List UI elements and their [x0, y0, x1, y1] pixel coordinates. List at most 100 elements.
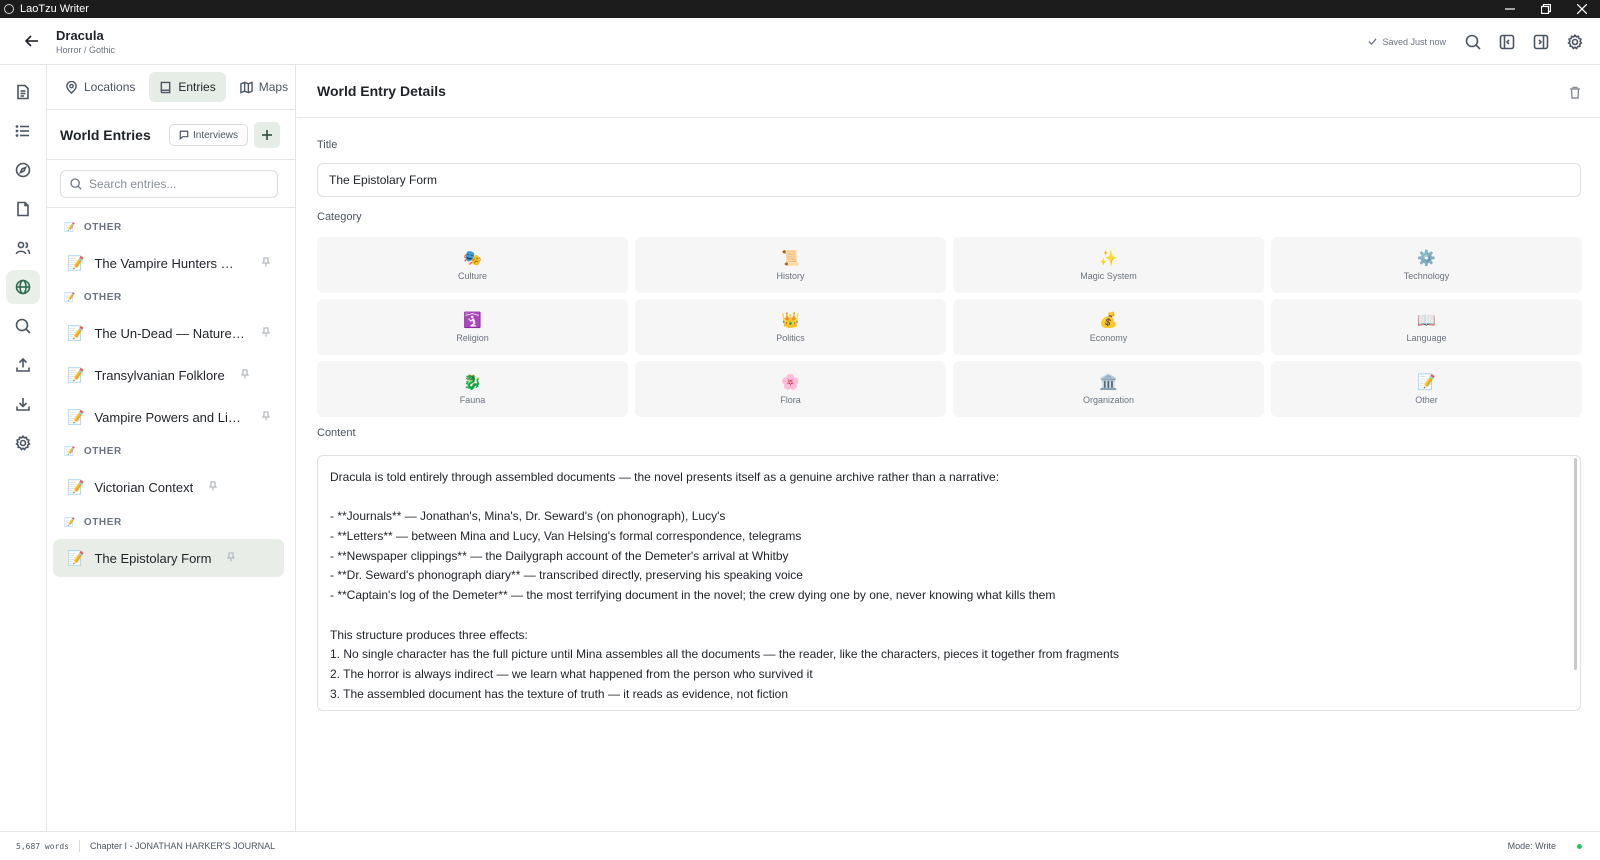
category-label-text: Language: [1406, 332, 1447, 343]
search-button[interactable]: [1456, 25, 1490, 59]
entry-search-area: [47, 160, 295, 208]
category-politics[interactable]: 👑 Politics: [635, 299, 946, 355]
pin-button[interactable]: [262, 254, 271, 272]
rail-explore-button[interactable]: [6, 153, 40, 187]
sidebar-tabs: Locations Entries Maps: [47, 65, 295, 110]
add-entry-button[interactable]: [254, 122, 280, 148]
dragon-icon: 🐉: [463, 373, 482, 391]
document-title-block: Dracula Horror / Gothic: [56, 28, 115, 55]
category-flora[interactable]: 🌸 Flora: [635, 361, 946, 417]
group-label: 📝 OTHER: [64, 446, 122, 457]
world-entries-title: World Entries: [60, 126, 151, 143]
interviews-label: Interviews: [193, 129, 239, 141]
memo-icon: 📝: [67, 549, 85, 566]
rail-characters-button[interactable]: [6, 231, 40, 265]
tab-locations-label: Locations: [84, 80, 136, 94]
rail-notes-button[interactable]: [6, 192, 40, 226]
content-editor[interactable]: Dracula is told entirely through assembl…: [317, 455, 1581, 711]
delete-entry-button[interactable]: [1564, 81, 1586, 103]
category-economy[interactable]: 💰 Economy: [953, 299, 1264, 355]
list-item[interactable]: 📝 Transylvanian Folklore: [53, 356, 284, 394]
tab-maps[interactable]: Maps: [230, 72, 298, 102]
pin-button[interactable]: [208, 478, 218, 496]
entry-search-box[interactable]: [60, 170, 278, 198]
category-label-text: Economy: [1089, 332, 1128, 343]
content-line: This structure produces three effects:: [330, 627, 528, 642]
toggle-right-panel-button[interactable]: [1524, 25, 1558, 59]
tab-entries[interactable]: Entries: [149, 72, 226, 102]
compass-icon: [15, 162, 31, 178]
restore-button[interactable]: [1528, 0, 1564, 18]
details-header: World Entry Details: [297, 65, 1600, 118]
category-label-text: Politics: [776, 332, 805, 343]
memo-icon: 📝: [1417, 373, 1436, 391]
status-bar: 5,687 words Chapter I - JONATHAN HARKER'…: [0, 831, 1600, 860]
category-magic-system[interactable]: ✨ Magic System: [953, 237, 1264, 293]
restore-icon: [1541, 4, 1551, 14]
rail-outline-button[interactable]: [6, 114, 40, 148]
category-other[interactable]: 📝 Other: [1271, 361, 1582, 417]
list-item[interactable]: 📝 The Vampire Hunters — The Crew of Ligh…: [53, 244, 284, 282]
memo-icon: 📝: [64, 517, 76, 527]
pin-button[interactable]: [240, 366, 249, 384]
category-history[interactable]: 📜 History: [635, 237, 946, 293]
document-title: Dracula: [56, 27, 104, 43]
pin-button[interactable]: [262, 408, 271, 426]
status-divider: [78, 840, 80, 852]
pin-button[interactable]: [262, 324, 271, 342]
upload-icon: [16, 357, 30, 372]
toggle-left-panel-button[interactable]: [1490, 25, 1524, 59]
rail-world-button[interactable]: [6, 270, 40, 304]
category-technology[interactable]: ⚙️ Technology: [1271, 237, 1582, 293]
interviews-button[interactable]: Interviews: [169, 124, 249, 146]
tab-locations[interactable]: Locations: [55, 72, 145, 102]
content-line: 1. No single character has the full pict…: [330, 647, 1120, 662]
category-grid: 🎭 Culture 📜 History ✨ Magic System ⚙️ Techno…: [317, 237, 1582, 417]
document-genre: Horror / Gothic: [56, 44, 116, 55]
content-line: 2. The horror is always indirect — we le…: [330, 666, 813, 681]
list-item-selected[interactable]: 📝 The Epistolary Form: [53, 539, 284, 577]
list-icon: [15, 125, 29, 137]
pin-button[interactable]: [227, 549, 236, 567]
minimize-button[interactable]: [1492, 0, 1528, 18]
rail-import-button[interactable]: [6, 387, 40, 421]
rail-export-button[interactable]: [6, 348, 40, 382]
group-label: 📝 OTHER: [64, 517, 122, 528]
download-icon: [16, 398, 30, 411]
settings-button[interactable]: [1558, 25, 1592, 59]
memo-icon: 📝: [67, 254, 85, 271]
list-item[interactable]: 📝 Victorian Context: [53, 468, 284, 506]
list-item[interactable]: 📝 Vampire Powers and Limitations: [53, 398, 284, 436]
file-text-icon: [17, 84, 29, 100]
status-indicator: [1577, 843, 1582, 849]
category-organization[interactable]: 🏛️ Organization: [953, 361, 1264, 417]
rail-document-button[interactable]: [6, 75, 40, 109]
rail-search-button[interactable]: [6, 309, 40, 343]
close-window-button[interactable]: [1564, 0, 1600, 18]
window-titlebar: LaoTzu Writer: [0, 0, 1600, 18]
panel-left-icon: [1499, 34, 1515, 49]
plus-icon: [262, 130, 272, 140]
category-religion[interactable]: 🛐 Religion: [317, 299, 628, 355]
category-fauna[interactable]: 🐉 Fauna: [317, 361, 628, 417]
search-icon: [1465, 34, 1481, 50]
title-input[interactable]: [317, 163, 1581, 197]
panel-right-icon: [1533, 34, 1549, 49]
content-line: [330, 488, 1568, 508]
content-label: Content: [317, 427, 356, 439]
open-book-icon: 📖: [1417, 311, 1436, 329]
gear-icon: [1567, 33, 1583, 50]
rail-settings-button[interactable]: [6, 426, 40, 460]
back-button[interactable]: [18, 27, 46, 55]
category-culture[interactable]: 🎭 Culture: [317, 237, 628, 293]
list-item[interactable]: 📝 The Un-Dead — Nature and Rules: [53, 314, 284, 352]
content-scrollbar[interactable]: [1574, 458, 1577, 670]
world-entries-header: World Entries Interviews: [47, 110, 295, 160]
category-label-text: Flora: [780, 394, 801, 405]
category-label-text: Religion: [456, 332, 489, 343]
search-icon: [70, 178, 82, 190]
search-icon: [15, 318, 31, 334]
entry-search-input[interactable]: [89, 177, 259, 191]
category-language[interactable]: 📖 Language: [1271, 299, 1582, 355]
content-line: - **Newspaper clippings** — the Dailygra…: [330, 548, 789, 563]
